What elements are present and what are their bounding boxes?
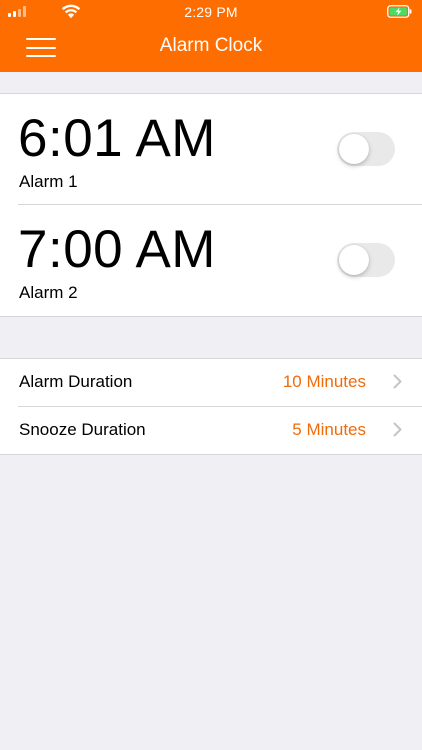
battery-charging-icon xyxy=(387,5,412,18)
setting-label: Alarm Duration xyxy=(19,372,133,391)
setting-label: Snooze Duration xyxy=(19,420,146,439)
toggle-knob xyxy=(339,245,369,275)
settings-list: Alarm Duration 10 Minutes Snooze Duratio… xyxy=(0,358,422,455)
snooze-duration-row[interactable]: Snooze Duration 5 Minutes xyxy=(0,407,422,454)
alarm-name: Alarm 1 xyxy=(19,172,78,191)
alarm-2-toggle[interactable] xyxy=(337,243,395,277)
chevron-right-icon xyxy=(393,422,402,437)
page-title: Alarm Clock xyxy=(159,35,263,56)
alarm-list: 6:01 AM Alarm 1 7:00 AM Alarm 2 xyxy=(0,93,422,317)
toggle-knob xyxy=(339,134,369,164)
alarm-name: Alarm 2 xyxy=(19,283,78,302)
alarm-1-toggle[interactable] xyxy=(337,132,395,166)
setting-value: 5 Minutes xyxy=(292,420,366,439)
app-header: 2:29 PM Alarm Clock xyxy=(0,0,422,72)
alarm-duration-row[interactable]: Alarm Duration 10 Minutes xyxy=(0,359,422,406)
setting-value: 10 Minutes xyxy=(282,372,366,391)
status-time: 2:29 PM xyxy=(184,4,238,20)
chevron-right-icon xyxy=(393,374,402,389)
alarm-row[interactable]: 7:00 AM Alarm 2 xyxy=(0,205,422,316)
status-bar: 2:29 PM xyxy=(0,0,422,24)
alarm-time: 6:01 AM xyxy=(18,109,216,168)
alarm-time: 7:00 AM xyxy=(18,220,216,279)
alarm-row[interactable]: 6:01 AM Alarm 1 xyxy=(0,94,422,205)
navigation-bar: Alarm Clock xyxy=(0,24,422,72)
